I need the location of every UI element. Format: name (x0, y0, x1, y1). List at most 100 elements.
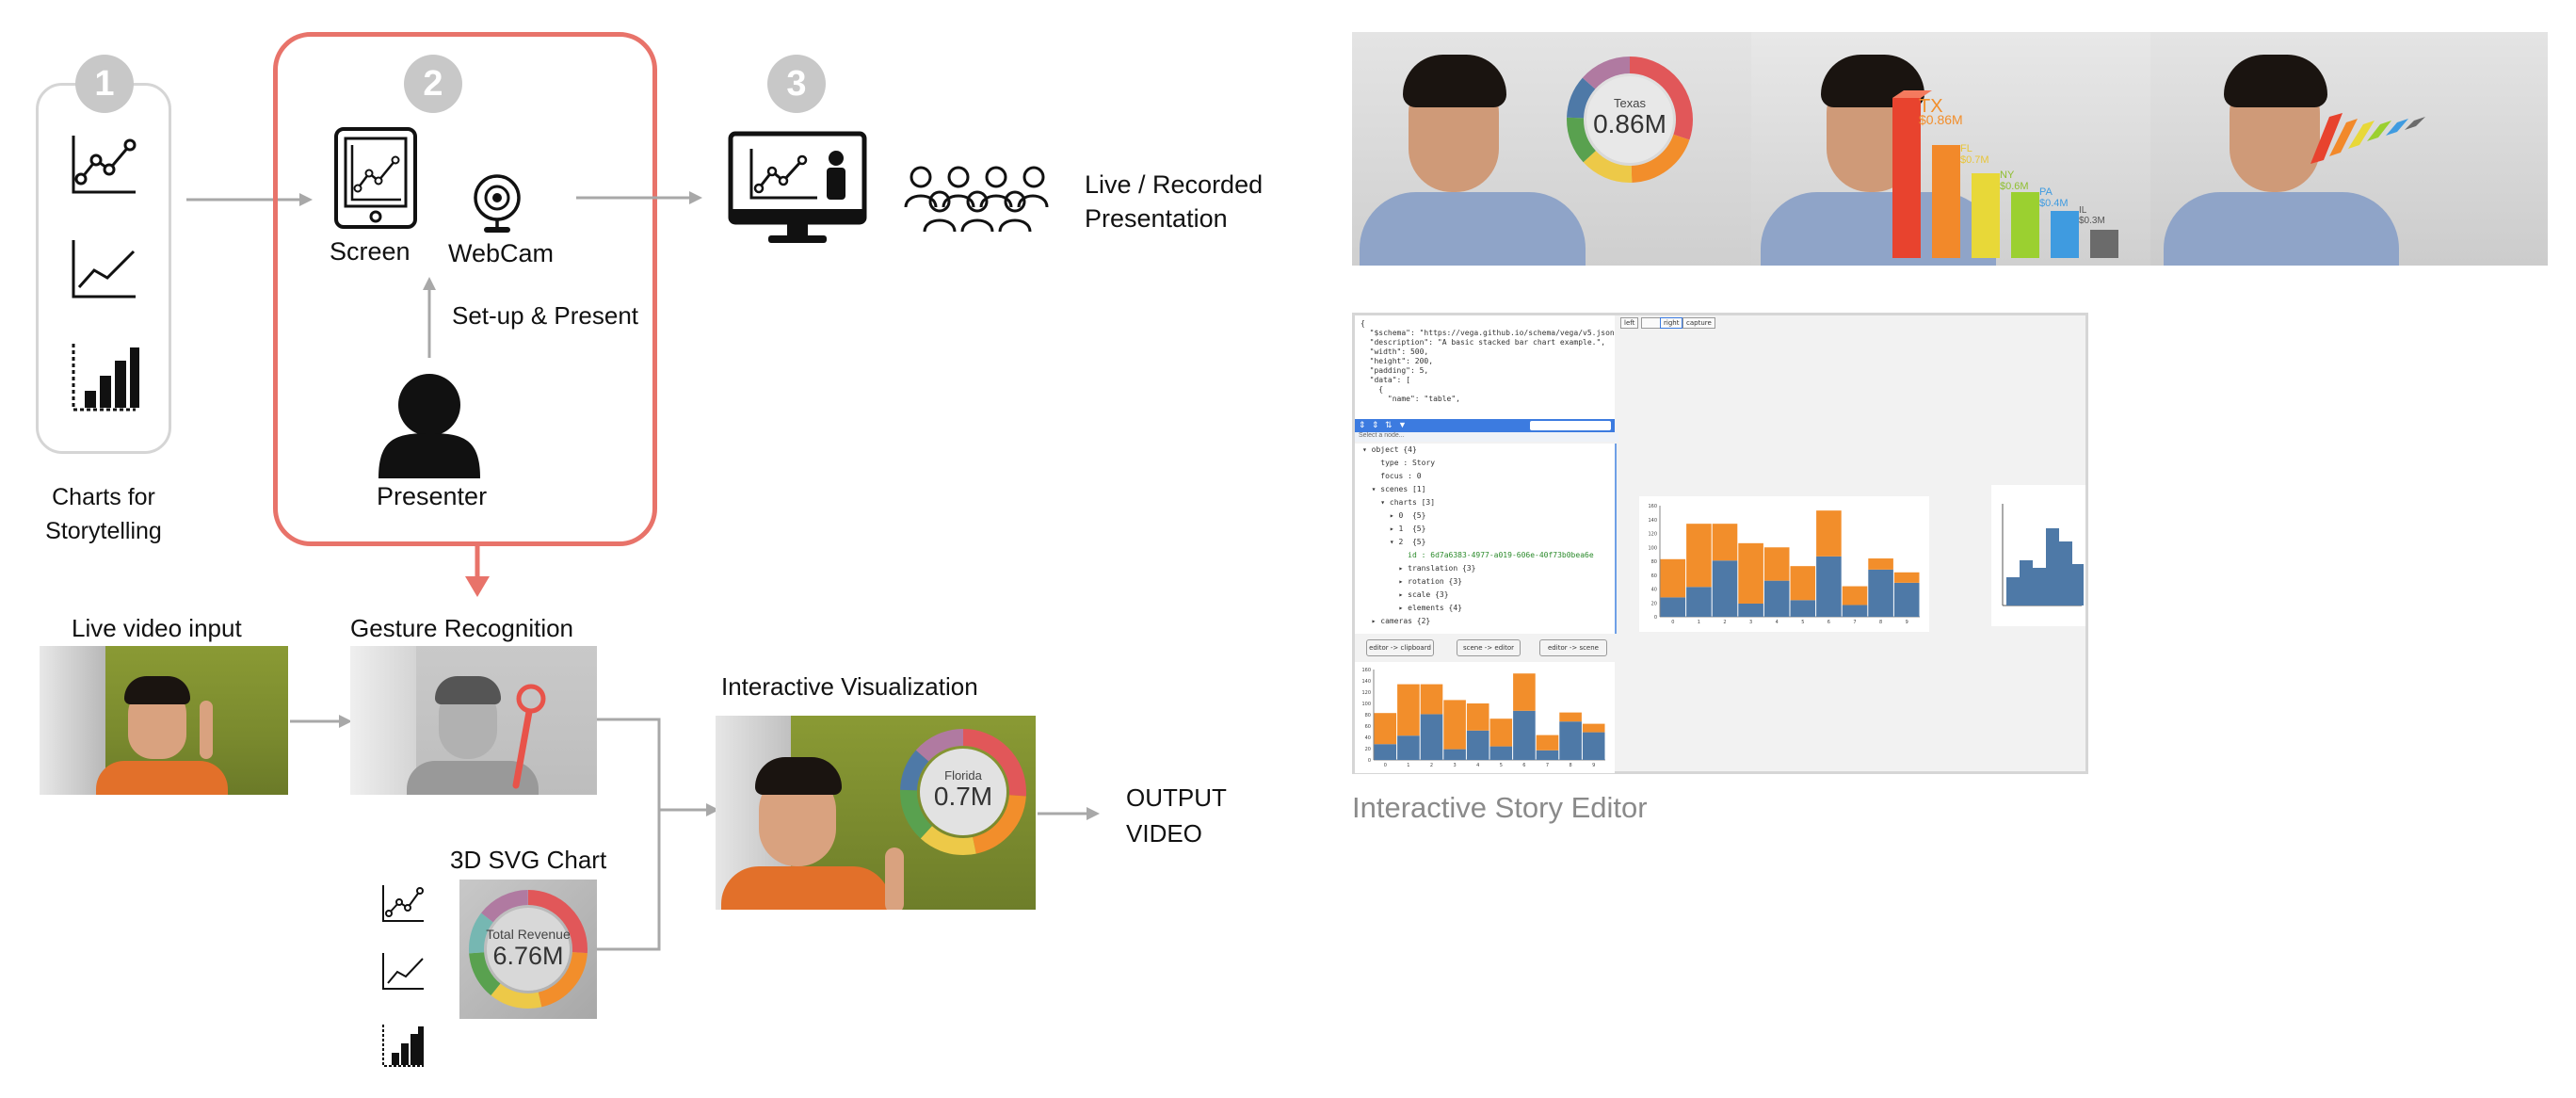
editor-to-scene-button[interactable]: editor -> scene (1539, 639, 1607, 656)
svg-chart-tile: Total Revenue 6.76M (459, 880, 597, 1019)
sort-icon[interactable]: ⇅ (1385, 420, 1393, 430)
step2-number: 2 (423, 63, 443, 104)
bar-segment (1443, 700, 1466, 750)
step1-badge: 1 (75, 55, 134, 113)
bar-segment (1816, 556, 1842, 617)
tree-node[interactable]: ▸ elements {4} (1362, 604, 1462, 612)
bar-segment (1686, 524, 1712, 588)
x-tick-label: 4 (1776, 620, 1779, 625)
tree-node[interactable]: type : Story (1362, 459, 1435, 467)
tree-node[interactable]: ▸ cameras {2} (1362, 617, 1431, 625)
json-line: "name": "table", (1360, 395, 1460, 403)
bar-segment (1582, 732, 1605, 760)
tab-right[interactable]: right (1660, 317, 1683, 329)
webcam-label: WebCam (448, 239, 555, 267)
tab-left[interactable]: left (1620, 317, 1639, 329)
scene-canvas-side-chart[interactable] (1991, 485, 2085, 626)
y-tick-label: 140 (1361, 679, 1371, 685)
preview-chart-panel: 0 20 40 60 80 100 120 140 160 0 1 2 3 4 5 6 7 8 9 (1355, 662, 1615, 773)
tree-node[interactable]: ▾ charts [3] (1362, 498, 1435, 507)
tree-node[interactable]: ▾ scenes [1] (1362, 485, 1426, 493)
arrow-input-to-gesture (290, 715, 352, 728)
mini-bar-icon (382, 1025, 424, 1067)
tree-node[interactable]: ▸ 1 {5} (1362, 525, 1426, 533)
tree-node[interactable]: ▸ 0 {5} (1362, 511, 1426, 520)
x-tick-label: 9 (1906, 620, 1908, 625)
tree-view: ▾ object {4} type : Story focus : 0 ▾ sc… (1355, 444, 1617, 634)
y-tick-label: 0 (1654, 615, 1657, 621)
stacked-bar-chart-main: 0 20 40 60 80 100 120 140 160 0 1 2 3 4 5 6 7 8 9 (1648, 504, 1920, 625)
rotated-bars-chart (2310, 113, 2425, 164)
story-editor-caption: Interactive Story Editor (1352, 791, 1648, 824)
bar3d-label-pa: PA $0.4M (2039, 186, 2069, 209)
tree-node[interactable]: id : 6d7a6383-4977-a019-606e-40f73b0bea6… (1362, 551, 1593, 559)
json-line: "$schema": "https://vega.github.io/schem… (1360, 329, 1615, 337)
tab-capture[interactable]: capture (1682, 317, 1715, 329)
bar-segment (1738, 542, 1763, 604)
arrow-to-output (1038, 807, 1100, 820)
charts-for-storytelling-label: Charts for Storytelling (41, 480, 166, 548)
x-tick-label: 3 (1749, 620, 1752, 625)
bar-segment (1738, 603, 1763, 617)
bar-segment (1420, 714, 1443, 760)
collapse-icon[interactable]: ⇕ (1372, 420, 1379, 430)
bar3d-tx (1892, 98, 1921, 258)
live-recorded-text: Live / Recorded (1085, 170, 1264, 199)
tree-node[interactable]: ▾ 2 {5} (1362, 538, 1426, 546)
select-node-dropdown[interactable]: Select a node... (1355, 432, 1618, 442)
tree-toolbar: ⇕ ⇕ ⇅ ▼ (1355, 419, 1615, 432)
x-tick-label: 7 (1546, 763, 1549, 768)
bar3d-label-il: IL $0.3M (2079, 205, 2105, 226)
x-tick-label: 6 (1827, 620, 1830, 625)
y-tick-label: 60 (1365, 724, 1371, 730)
tree-node[interactable]: ▸ scale {3} (1362, 590, 1449, 599)
x-tick-label: 1 (1407, 763, 1409, 768)
x-tick-label: 2 (1723, 620, 1726, 625)
bar3d-pa (2011, 192, 2039, 258)
tree-node[interactable]: ▸ translation {3} (1362, 564, 1476, 573)
interactive-visualization-label: Interactive Visualization (721, 672, 978, 701)
scene-to-editor-button[interactable]: scene -> editor (1457, 639, 1521, 656)
bar-segment (1513, 673, 1536, 711)
bar-segment (1374, 713, 1397, 745)
bar-segment (1660, 597, 1686, 617)
y-tick-label: 160 (1361, 668, 1371, 673)
tree-node[interactable]: ▸ rotation {3} (1362, 577, 1462, 586)
bar-segment (1397, 684, 1420, 736)
x-tick-label: 3 (1454, 763, 1457, 768)
scene-canvas-main-chart[interactable]: 0 20 40 60 80 100 120 140 160 0 1 2 3 4 5 6 7 8 9 (1639, 496, 1929, 632)
charts-for-text: Charts for (52, 484, 155, 510)
bar-segment (1763, 547, 1790, 581)
x-tick-label: 5 (1801, 620, 1804, 625)
bar3d-label-ny: NY $0.6M (2000, 170, 2029, 192)
tree-node[interactable]: ▾ object {4} (1362, 445, 1417, 454)
bar-segment (1489, 746, 1513, 760)
bar3d-label-il-value: $0.3M (2079, 216, 2105, 226)
bar3d-other (2090, 230, 2118, 258)
svg-chart-donut-value: 6.76M (492, 942, 564, 970)
bar-segment (1763, 580, 1790, 617)
x-tick-label: 8 (1879, 620, 1882, 625)
x-tick-label: 7 (1853, 620, 1856, 625)
bar3d-il (2051, 211, 2079, 258)
json-line: "height": 200, (1360, 357, 1434, 365)
tab-center[interactable] (1641, 317, 1662, 329)
bar3d-label-tx-abbr: TX (1919, 96, 1943, 117)
filter-icon[interactable]: ▼ (1398, 420, 1407, 429)
y-tick-label: 20 (1365, 747, 1371, 752)
stacked-bar-chart-small: 0 20 40 60 80 100 120 140 160 0 1 2 3 4 5 6 7 8 9 (1361, 668, 1605, 768)
tree-search-input[interactable] (1530, 421, 1611, 430)
editor-to-clipboard-button[interactable]: editor -> clipboard (1366, 639, 1434, 656)
x-tick-label: 6 (1522, 763, 1525, 768)
setup-present-label: Set-up & Present (452, 301, 638, 330)
bar-segment (1420, 684, 1443, 715)
screen-label: Screen (330, 237, 411, 266)
tree-node[interactable]: focus : 0 (1362, 472, 1421, 480)
bar-segment (1842, 586, 1868, 606)
gesture-recognition-photo (350, 646, 597, 795)
json-code-panel[interactable]: { "$schema": "https://vega.github.io/sch… (1355, 315, 1615, 419)
bar-segment (1443, 749, 1466, 760)
x-tick-label: 4 (1476, 763, 1479, 768)
top-panel-rotated-bars-frame (2150, 32, 2548, 266)
expand-icon[interactable]: ⇕ (1359, 420, 1366, 430)
